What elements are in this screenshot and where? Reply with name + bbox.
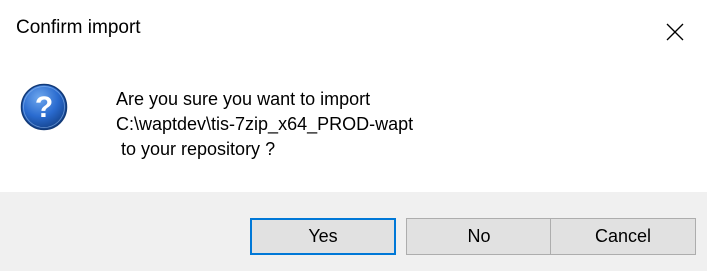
message-line-1: Are you sure you want to import xyxy=(116,89,371,109)
title-bar: Confirm import xyxy=(0,0,707,64)
button-bar: Yes No Cancel xyxy=(0,192,707,271)
dialog-title: Confirm import xyxy=(16,17,141,38)
close-button[interactable] xyxy=(643,0,707,64)
dialog-message: Are you sure you want to import C:\waptd… xyxy=(116,87,413,162)
yes-button[interactable]: Yes xyxy=(250,218,396,255)
message-line-3: to your repository ? xyxy=(116,139,276,159)
question-icon: ? xyxy=(20,83,68,131)
no-button[interactable]: No xyxy=(406,218,552,255)
confirm-import-dialog: Confirm import ? Are you sure you want t… xyxy=(0,0,707,271)
close-icon xyxy=(666,23,684,41)
dialog-content: ? Are you sure you want to import C:\wap… xyxy=(0,64,707,192)
message-line-2: C:\waptdev\tis-7zip_x64_PROD-wapt xyxy=(116,114,414,134)
svg-text:?: ? xyxy=(35,91,53,124)
cancel-button[interactable]: Cancel xyxy=(550,218,696,255)
